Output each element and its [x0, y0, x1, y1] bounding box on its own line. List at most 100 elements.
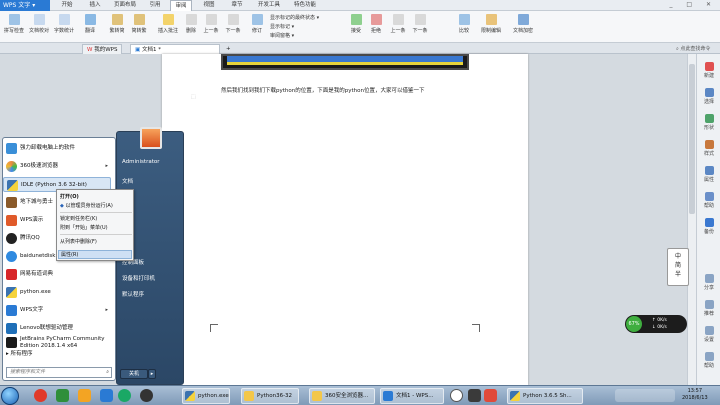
- memory-percent: 67%: [626, 316, 642, 332]
- sidebar-backup[interactable]: 备份: [697, 218, 720, 235]
- user-avatar[interactable]: [140, 127, 162, 149]
- taskbar-wps-icon[interactable]: [100, 389, 113, 402]
- insert-comment-button[interactable]: 插入批注: [157, 14, 179, 34]
- taskbar-task-python-exe[interactable]: python.exe: [182, 388, 230, 404]
- vertical-scrollbar[interactable]: [687, 54, 696, 385]
- taskbar-task-wps-doc[interactable]: 文档1 - WPS...: [380, 388, 444, 404]
- tab-insert[interactable]: 插入: [84, 0, 106, 11]
- network-speed-widget[interactable]: 67% ↑ 0K/s ↓ 0K/s: [625, 315, 687, 333]
- taskbar-task-360-browser[interactable]: 360安全浏览器...: [309, 388, 375, 404]
- start-item-youdao[interactable]: 网易有道词典: [3, 267, 111, 282]
- tab-my-wps[interactable]: W 我的WPS: [82, 44, 123, 54]
- ctx-open[interactable]: 打开(O): [60, 193, 79, 200]
- taskbar-green-app-icon[interactable]: [118, 389, 131, 402]
- encrypt-doc-button[interactable]: 文档加密: [511, 14, 535, 34]
- restrict-editing-button[interactable]: 限制编辑: [479, 14, 503, 34]
- presentation-icon: [6, 215, 17, 226]
- ctx-remove-from-list[interactable]: 从列表中删除(F): [60, 238, 97, 245]
- crop-mark: [472, 324, 480, 332]
- label: 推荐: [703, 311, 714, 317]
- taskbar-360-safe-icon[interactable]: [56, 389, 69, 402]
- show-markup-dropdown[interactable]: 显示标记 ▾: [270, 23, 294, 30]
- sidebar-help[interactable]: 帮助: [697, 352, 720, 369]
- divider: [60, 212, 132, 213]
- new-tab-button[interactable]: +: [222, 44, 235, 54]
- places-username[interactable]: Administrator: [122, 159, 160, 165]
- trad-to-simp-button[interactable]: 繁转简: [108, 14, 126, 34]
- ime-status-badge[interactable]: 中 简 半: [667, 248, 689, 286]
- prev-comment-button[interactable]: 上一条: [202, 14, 220, 34]
- ctx-properties[interactable]: 属性(R): [58, 250, 132, 259]
- sidebar-style[interactable]: 样式: [697, 140, 720, 157]
- windows-start-orb-icon[interactable]: [1, 387, 19, 405]
- tab-page-layout[interactable]: 页面布局: [110, 0, 140, 11]
- sidebar-settings[interactable]: 设置: [697, 326, 720, 343]
- places-documents[interactable]: 文档: [122, 177, 133, 185]
- compare-button[interactable]: 比较: [456, 14, 472, 34]
- label: 所有程序: [10, 351, 33, 357]
- tab-special[interactable]: 特色功能: [290, 0, 320, 11]
- sidebar-shape[interactable]: 形状: [697, 114, 720, 131]
- tab-chapter[interactable]: 章节: [226, 0, 248, 11]
- places-default-programs[interactable]: 默认程序: [122, 290, 144, 298]
- tab-review[interactable]: 审阅: [170, 0, 192, 11]
- next-change-button[interactable]: 下一条: [411, 14, 429, 34]
- taskbar-app-icon[interactable]: [484, 389, 497, 402]
- word-count-button[interactable]: 字数统计: [53, 14, 75, 34]
- start-item-wps-writer[interactable]: WPS文字 ▸: [3, 303, 111, 318]
- screenshot-content: [227, 56, 463, 65]
- delete-comment-button[interactable]: 删除: [184, 14, 198, 34]
- ctx-pin-start[interactable]: 附到「开始」菜单(U): [60, 224, 108, 231]
- sidebar-recommend[interactable]: 推荐: [697, 300, 720, 317]
- sidebar-format[interactable]: 帮助: [697, 192, 720, 209]
- reject-button[interactable]: 拒绝: [368, 14, 384, 34]
- sidebar-share[interactable]: 分享: [697, 274, 720, 291]
- places-devices-printers[interactable]: 设备和打印机: [122, 274, 155, 282]
- start-search-input[interactable]: 搜索程序和文件 ⌕: [6, 367, 112, 378]
- command-search[interactable]: ⌕ 点此查找命令: [676, 45, 710, 52]
- sidebar-property[interactable]: 属性: [697, 166, 720, 183]
- taskbar-qq-icon[interactable]: [140, 389, 153, 402]
- prev-change-button[interactable]: 上一条: [389, 14, 407, 34]
- document-page[interactable]: 然后我们找到我们下载python的位置，下面是我的python位置，大家可以借鉴…: [162, 54, 528, 385]
- taskbar-app-icon[interactable]: [450, 389, 463, 402]
- taskbar-folder-icon[interactable]: [78, 389, 91, 402]
- accept-button[interactable]: 接受: [348, 14, 364, 34]
- start-item-uninstaller[interactable]: 强力卸载电脑上的软件: [3, 141, 111, 156]
- sidebar-select[interactable]: 选择: [697, 88, 720, 105]
- taskbar-360-icon[interactable]: [34, 389, 47, 402]
- app-menu-button[interactable]: WPS 文字 ▾: [0, 0, 50, 11]
- ctx-run-as-admin[interactable]: ◆ 以管理员身份运行(A): [60, 202, 113, 209]
- translate-button[interactable]: 翻译: [82, 14, 98, 34]
- next-comment-button[interactable]: 下一条: [224, 14, 242, 34]
- taskbar-task-python-shell[interactable]: Python 3.6.5 Sh...: [507, 388, 583, 404]
- system-tray[interactable]: [615, 389, 675, 402]
- shutdown-options-button[interactable]: ▸: [148, 369, 156, 379]
- doc-proof-button[interactable]: 文档校对: [28, 14, 50, 34]
- scroll-thumb[interactable]: [689, 64, 695, 214]
- sidebar-new[interactable]: 新建: [697, 62, 720, 79]
- document-text[interactable]: 然后我们找到我们下载python的位置，下面是我的python位置，大家可以借鉴…: [221, 86, 424, 94]
- simp-to-trad-button[interactable]: 简转繁: [130, 14, 148, 34]
- review-pane-toggle[interactable]: 审阅窗格 ▾: [270, 32, 294, 39]
- tab-references[interactable]: 引用: [144, 0, 166, 11]
- shutdown-button[interactable]: 关机: [120, 369, 148, 379]
- ctx-pin-taskbar[interactable]: 锁定到任务栏(K): [60, 215, 97, 222]
- tab-developer[interactable]: 开发工具: [254, 0, 284, 11]
- tab-document1[interactable]: ▣ 文档1 *: [130, 44, 220, 54]
- taskbar-clock[interactable]: 13:57 2018/6/13: [682, 388, 708, 402]
- label: 接受: [350, 28, 361, 34]
- folder-icon: [244, 391, 254, 401]
- taskbar-task-python36-folder[interactable]: Python36-32: [241, 388, 299, 404]
- label: 下一条: [412, 28, 428, 34]
- all-programs-button[interactable]: ▸ 所有程序: [6, 349, 33, 357]
- markup-state-dropdown[interactable]: 显示标记的最终状态 ▾: [270, 14, 319, 21]
- window-controls[interactable]: _ □ ✕: [669, 1, 717, 8]
- taskbar-app-icon[interactable]: [468, 389, 481, 402]
- track-changes-button[interactable]: 修订: [249, 14, 265, 34]
- start-item-python-exe[interactable]: python.exe: [3, 285, 111, 300]
- start-item-360-browser[interactable]: 360极速浏览器 ▸: [3, 159, 111, 174]
- tab-view[interactable]: 视图: [198, 0, 220, 11]
- tab-start[interactable]: 开始: [56, 0, 78, 11]
- spell-check-button[interactable]: 拼写检查: [3, 14, 25, 34]
